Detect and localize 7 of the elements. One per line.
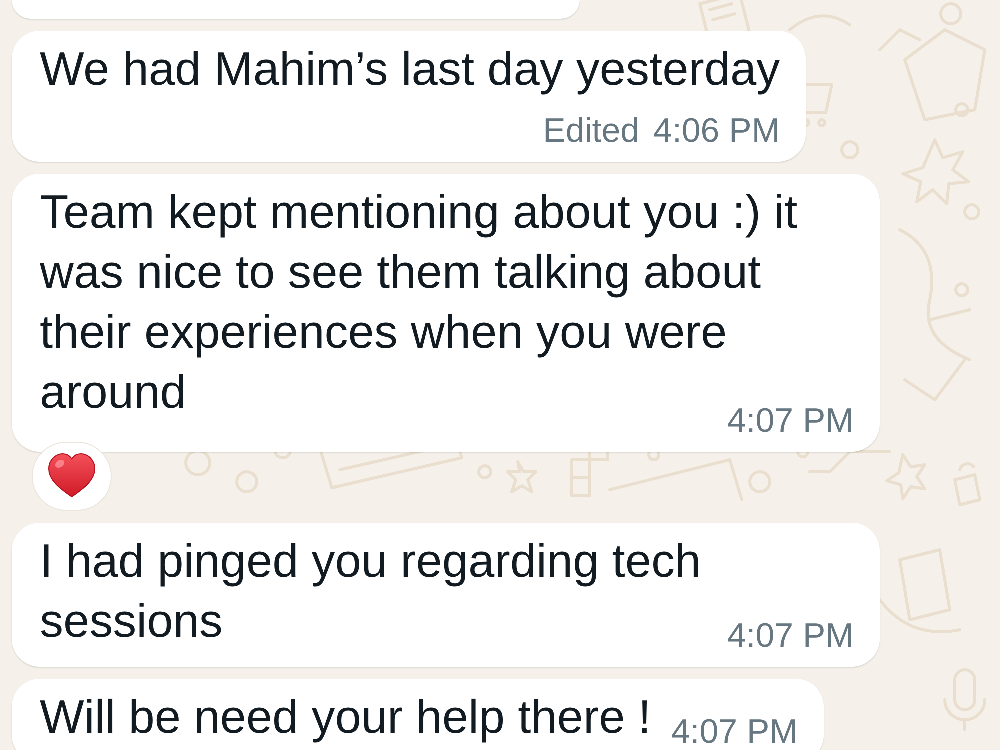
message-time: 4:07 PM [727, 616, 854, 656]
message-time: 4:07 PM [671, 712, 798, 750]
message-time: 4:06 PM [654, 111, 780, 151]
message-text: We had Mahim’s last day yesterday [40, 42, 780, 95]
message-text: I had pinged you regarding tech sessions [40, 534, 702, 647]
message-text: Will be need your help there ! [40, 690, 652, 743]
edited-label: Edited [543, 111, 640, 151]
